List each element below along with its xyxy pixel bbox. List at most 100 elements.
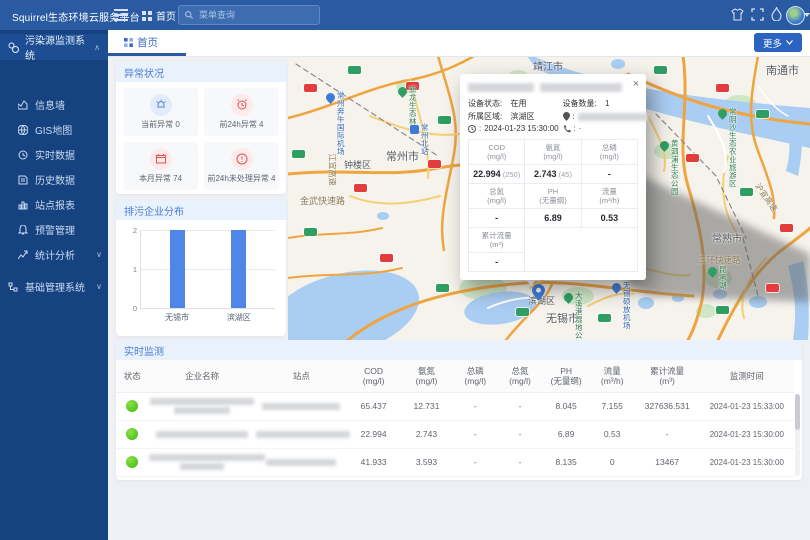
park-marker-icon — [706, 265, 719, 278]
bar-chart: 012无锡市滨湖区 — [140, 230, 275, 309]
sidebar: 污染源监测系统 ∧ 信息墙GIS地图实时数据历史数据站点报表预警管理统计分析∨基… — [0, 30, 108, 540]
road-shield — [716, 306, 729, 314]
phone-icon — [563, 125, 571, 133]
column-header-COD: COD(mg/l) — [347, 366, 400, 386]
map-poi-park[interactable]: 常阴沙生态农业旅游区 — [718, 108, 737, 188]
menu-search[interactable] — [178, 5, 320, 25]
road-shield — [716, 84, 729, 92]
calendar-icon — [155, 153, 167, 165]
alert-card-2[interactable]: 本月异常 74 — [123, 142, 198, 190]
sidebar-item-1[interactable]: GIS地图 — [0, 117, 108, 142]
siren-icon — [155, 99, 167, 111]
fullscreen-icon[interactable] — [751, 8, 764, 21]
y-tick-label: 0 — [125, 304, 137, 313]
cell-value: 8.135 — [542, 457, 589, 467]
metric-value-总氮: - — [469, 209, 525, 228]
road-shield — [780, 224, 793, 232]
metric-value-COD: 22.994 (250) — [469, 165, 525, 184]
metric-empty — [581, 253, 637, 272]
poi-label: 新龙生态林 — [409, 86, 417, 126]
park-marker-icon — [716, 107, 729, 120]
flame-icon[interactable] — [771, 7, 782, 21]
map-poi-park[interactable]: 新龙生态林 — [398, 86, 417, 126]
search-input[interactable] — [197, 9, 301, 21]
map-road-label: 金武快速路 — [300, 194, 345, 207]
caret-down-icon[interactable] — [804, 13, 810, 17]
road-shield — [438, 116, 451, 124]
alert-card-0[interactable]: 当前异常 0 — [123, 88, 198, 136]
cell-value: 0.53 — [590, 429, 635, 439]
road-shield — [292, 150, 305, 158]
avatar[interactable] — [786, 6, 805, 25]
sidebar-item-pollution-system[interactable]: 污染源监测系统 ∧ — [0, 34, 108, 60]
sidebar-item-0[interactable]: 信息墙 — [0, 92, 108, 117]
sidebar-item-label: GIS地图 — [35, 122, 102, 137]
bar-滨湖区[interactable] — [231, 230, 246, 308]
sidebar-item-label: 统计分析 — [35, 247, 89, 262]
history-data-icon — [18, 175, 28, 185]
realtime-monitor-panel: 实时监测 状态企业名称站点COD(mg/l)氨氮(mg/l)总磷(mg/l)总氮… — [116, 340, 802, 480]
road-shield — [766, 284, 779, 292]
sidebar-item-3[interactable]: 历史数据 — [0, 167, 108, 192]
sidebar-item-6[interactable]: 统计分析∨ — [0, 242, 108, 267]
map-city-label: 常熟市 — [712, 230, 742, 245]
cell-value: 7.155 — [590, 401, 635, 411]
base-system-icon — [8, 282, 18, 292]
topbar-home-nav[interactable]: 首页 — [142, 8, 176, 23]
exclamation-icon-wrap — [231, 148, 253, 170]
map-poi-park[interactable]: 黄泗浦生态公园 — [660, 140, 679, 196]
scrollbar-thumb[interactable] — [795, 394, 800, 430]
table-row-1[interactable]: 22.9942.743--6.890.53-2024-01-23 15:30:0… — [116, 420, 794, 449]
metric-empty — [525, 228, 581, 253]
sidebar-item-label: 站点报表 — [35, 197, 102, 212]
device-count: 设备数量: 1 — [563, 98, 648, 109]
map-poi-station[interactable]: 常州北站 — [410, 124, 429, 156]
cell-value: 65.437 — [347, 401, 400, 411]
cell-value: - — [453, 429, 498, 439]
sidebar-item-label: 预警管理 — [35, 222, 102, 237]
status-dot-online — [126, 428, 138, 440]
table-scrollbar[interactable] — [795, 394, 800, 476]
map-poi-park[interactable]: 大溪港湿地公园 — [564, 292, 583, 340]
alert-card-3[interactable]: 前24h未处理异常 4 — [204, 142, 279, 190]
hamburger-menu-icon[interactable] — [114, 9, 128, 21]
road-shield — [304, 84, 317, 92]
metric-header-总磷: 总磷(mg/l) — [581, 140, 637, 165]
y-tick-label: 2 — [125, 226, 137, 235]
popup-title-blurred — [468, 83, 638, 92]
more-button[interactable]: 更多 — [754, 33, 802, 52]
gridline — [141, 269, 275, 270]
alert-card-1[interactable]: 前24h异常 4 — [204, 88, 279, 136]
clock-icon — [468, 125, 476, 133]
metric-header-PH: PH(无量纲) — [525, 184, 581, 209]
map-poi-airport[interactable]: 无锡硕放机场 — [612, 282, 631, 330]
map-poi-airport[interactable]: 常州奔牛国际机场 — [326, 92, 345, 156]
chart-panel: 排污企业分布 012无锡市滨湖区 — [116, 200, 286, 336]
cell-value: 3.593 — [400, 457, 453, 467]
app-root: 靖江市南通市常州市钟楼区常熟市无锡市滨湖区金武快速路三环快速路江宜高速沪宜高速常… — [0, 0, 810, 540]
tab-home[interactable]: 首页 — [118, 30, 164, 55]
sidebar-item-7[interactable]: 基础管理系统∨ — [0, 274, 108, 299]
park-marker-icon — [396, 85, 409, 98]
sidebar-item-4[interactable]: 站点报表 — [0, 192, 108, 217]
table-row-0[interactable]: 65.43712.731--8.0457.155327636.5312024-0… — [116, 392, 794, 421]
theme-icon[interactable] — [731, 8, 744, 21]
device-time: :2024-01-23 15:30:00 — [468, 124, 559, 133]
metric-header-总氮: 总氮(mg/l) — [469, 184, 525, 209]
metric-value-总磷: - — [581, 165, 637, 184]
chevron-down-icon: ∨ — [96, 282, 102, 291]
monitor-panel-title: 实时监测 — [116, 340, 802, 360]
road-shield — [380, 254, 393, 262]
sidebar-item-2[interactable]: 实时数据 — [0, 142, 108, 167]
cell-status — [116, 456, 149, 468]
close-icon[interactable]: × — [633, 78, 639, 90]
sidebar-item-5[interactable]: 预警管理 — [0, 217, 108, 242]
table-row-2[interactable]: 41.9333.593--8.1350134672024-01-23 15:30… — [116, 448, 794, 477]
park-marker-icon — [562, 291, 575, 304]
x-tick-label: 滨湖区 — [227, 312, 251, 323]
map-poi-park[interactable]: 昆承湖 — [708, 266, 727, 290]
pin-icon — [563, 112, 570, 121]
bar-无锡市[interactable] — [170, 230, 185, 308]
column-header-企业名称: 企业名称 — [149, 371, 256, 381]
topbar: Squirrel生态环境云服务平台 首页 — [0, 0, 810, 30]
